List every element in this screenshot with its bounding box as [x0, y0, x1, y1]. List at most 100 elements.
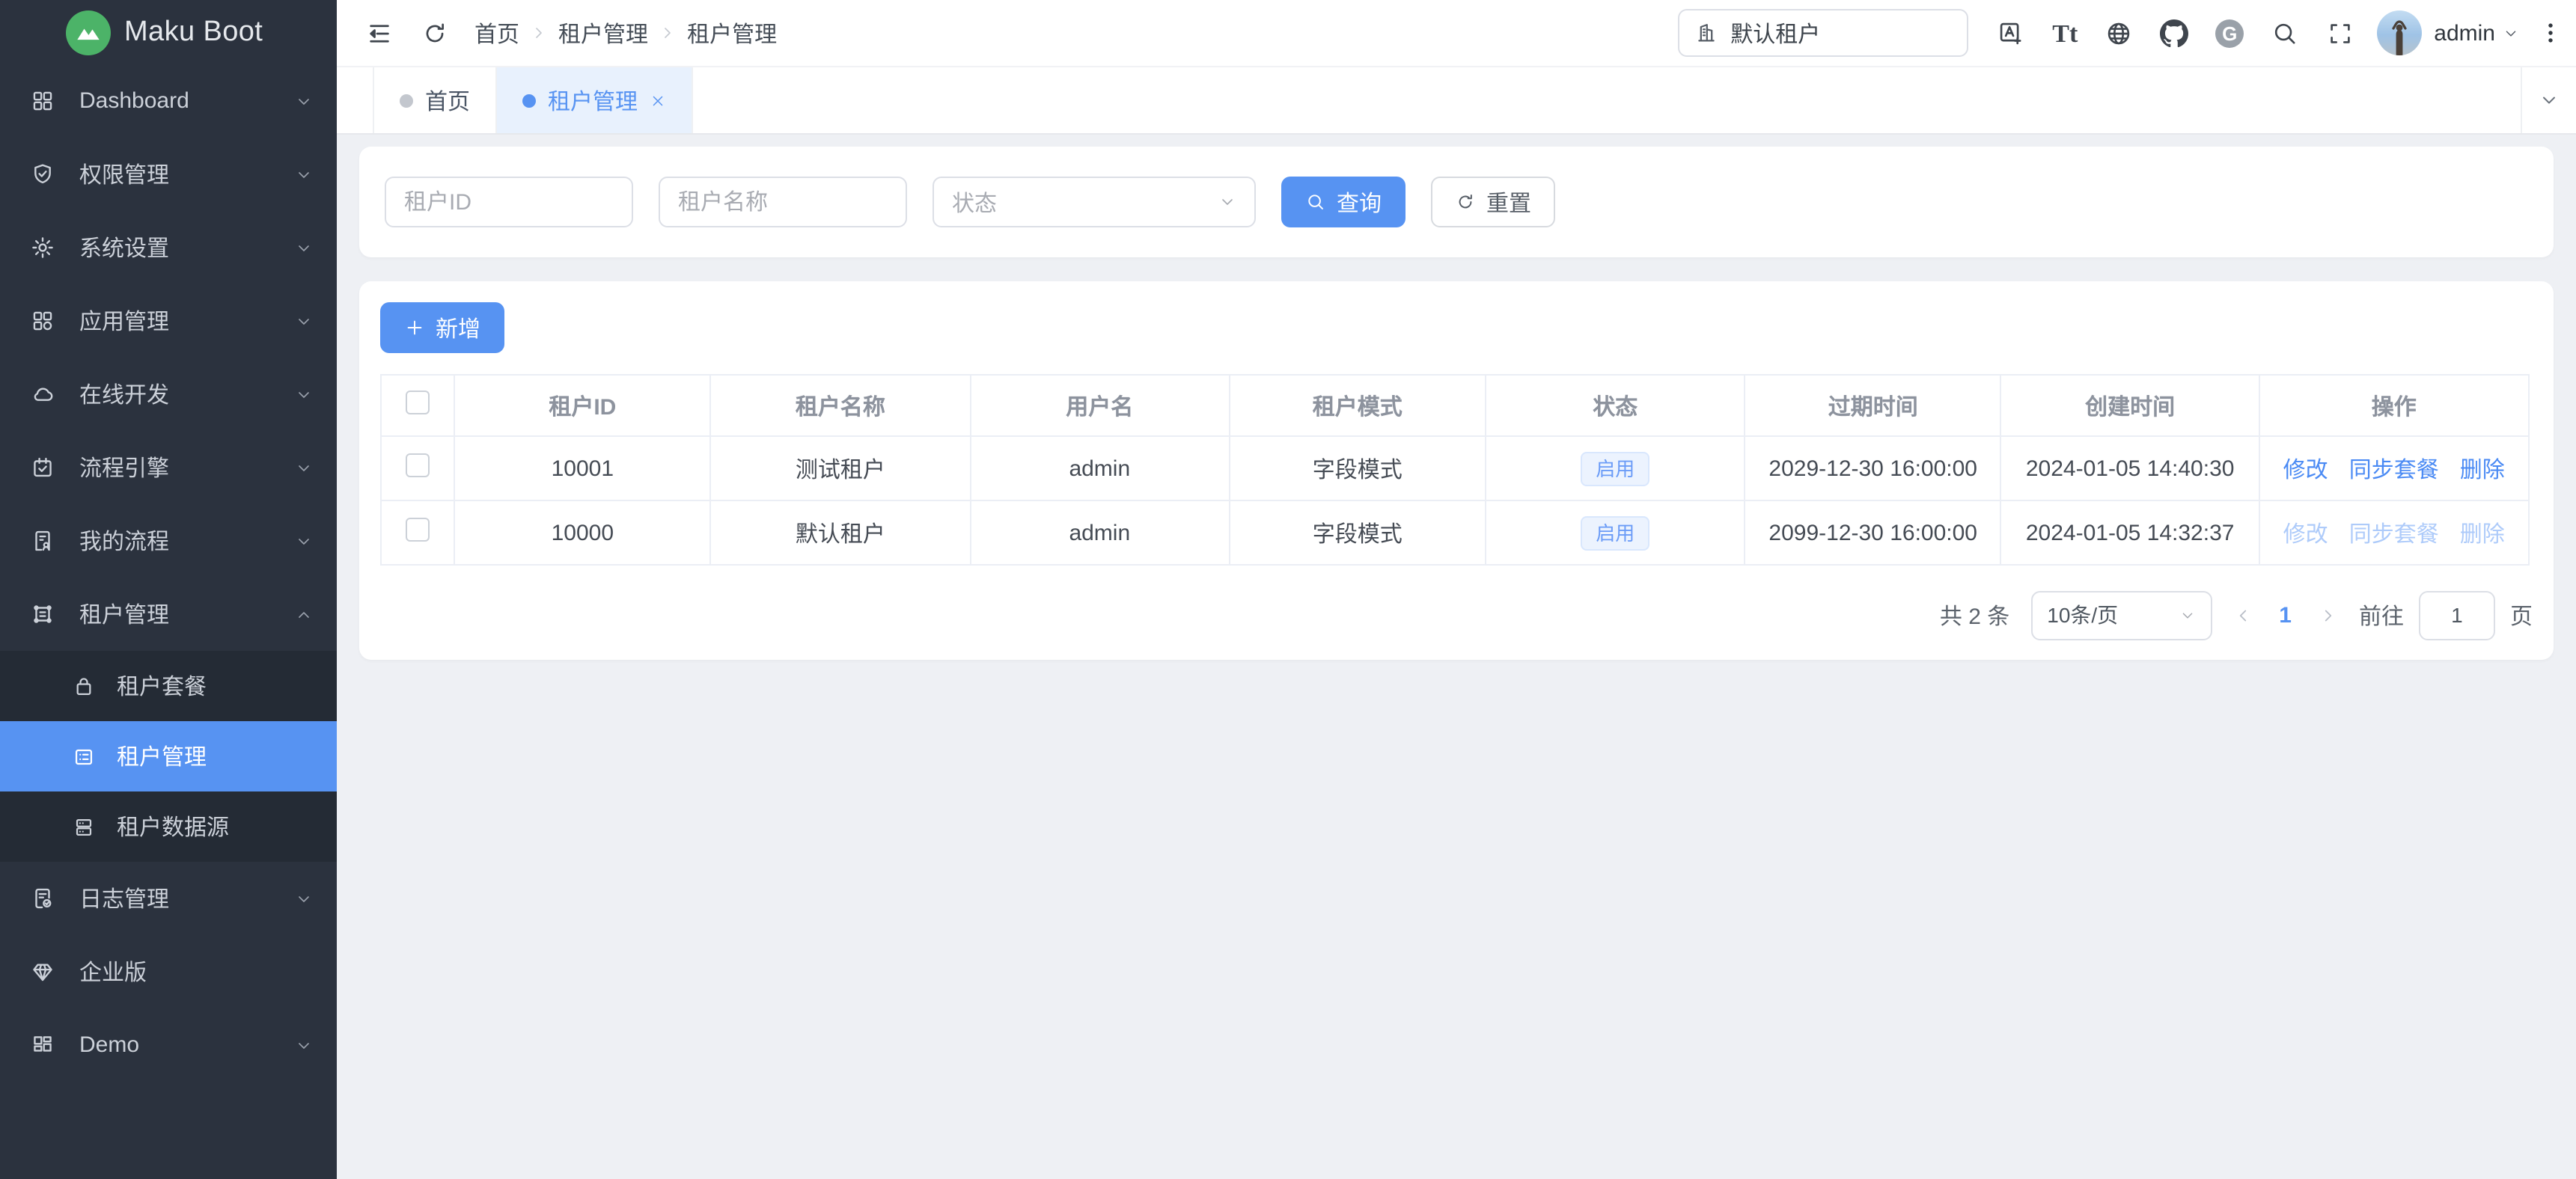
search-button[interactable] [2257, 0, 2313, 66]
edit-link[interactable]: 修改 [2283, 457, 2328, 483]
refresh-button[interactable] [407, 0, 463, 66]
sidebar-item-tenant-management-sub[interactable]: 租户管理 [0, 721, 337, 791]
sidebar-item-my-workflow[interactable]: 我的流程 [0, 504, 337, 578]
sidebar-item-dashboard[interactable]: Dashboard [0, 64, 337, 138]
sidebar-menu: Dashboard 权限管理 系统设置 应用管理 在线开发 [0, 64, 337, 1179]
globe-icon [2105, 19, 2133, 47]
main-area: 首页 租户管理 租户管理 默认租户 Tt G a [337, 0, 2576, 1179]
font-size-button[interactable]: Tt [2039, 0, 2091, 66]
github-button[interactable] [2146, 0, 2202, 66]
diamond-icon [30, 959, 55, 984]
app-window: Maku Boot Dashboard 权限管理 系统设置 应用管理 [0, 0, 2576, 1179]
edit-link[interactable]: 修改 [2283, 521, 2328, 547]
gitee-button[interactable]: G [2202, 0, 2257, 66]
fullscreen-button[interactable] [2313, 0, 2368, 66]
chevron-down-icon [295, 1036, 313, 1054]
status-badge: 启用 [1581, 451, 1649, 486]
chevron-up-icon [295, 605, 313, 623]
refresh-icon [1455, 192, 1476, 212]
status-select[interactable]: 状态 [933, 177, 1256, 227]
next-page-icon[interactable] [2319, 605, 2338, 625]
translate-button[interactable] [1983, 0, 2039, 66]
tab-home[interactable]: 首页 [373, 67, 497, 133]
search-button[interactable]: 查询 [1281, 177, 1405, 227]
sidebar: Maku Boot Dashboard 权限管理 系统设置 应用管理 [0, 0, 337, 1179]
sync-package-link[interactable]: 同步套餐 [2349, 457, 2439, 483]
refresh-icon [421, 19, 449, 47]
chevron-down-icon [1218, 193, 1236, 211]
cloud-icon [30, 382, 55, 407]
list-icon [72, 744, 96, 768]
col-status: 状态 [1486, 375, 1745, 436]
plus-icon [404, 317, 425, 338]
sync-package-link[interactable]: 同步套餐 [2349, 521, 2439, 547]
chevron-down-icon [295, 385, 313, 403]
tenant-select[interactable]: 默认租户 [1678, 9, 1968, 57]
tenant-id-input[interactable] [385, 177, 633, 227]
breadcrumb-tenant-module[interactable]: 租户管理 [558, 17, 648, 49]
breadcrumb-home[interactable]: 首页 [474, 17, 519, 49]
tab-tenant-management[interactable]: 租户管理 [497, 67, 693, 133]
topbar: 首页 租户管理 租户管理 默认租户 Tt G a [337, 0, 2576, 67]
fullscreen-icon [2326, 19, 2354, 47]
calendar-check-icon [30, 455, 55, 480]
chevron-down-icon [295, 165, 313, 183]
more-options-kebab-icon[interactable] [2537, 18, 2564, 48]
reset-button[interactable]: 重置 [1431, 177, 1555, 227]
avatar-person-icon [2377, 10, 2422, 55]
breadcrumb-current-page: 租户管理 [687, 17, 777, 49]
table-row: 10000 默认租户 admin 字段模式 启用 2099-12-30 16:0… [381, 500, 2529, 565]
pagination-total: 共 2 条 [1940, 599, 2009, 631]
sidebar-item-tenant-management[interactable]: 租户管理 [0, 578, 337, 651]
sidebar-item-log-management[interactable]: 日志管理 [0, 862, 337, 935]
cell-tenant-id: 10001 [454, 436, 710, 500]
sidebar-item-app-management[interactable]: 应用管理 [0, 284, 337, 358]
chevron-down-icon [295, 532, 313, 550]
app-logo[interactable]: Maku Boot [0, 0, 337, 64]
sidebar-item-demo[interactable]: Demo [0, 1008, 337, 1082]
col-create-time: 创建时间 [2001, 375, 2259, 436]
page-size-select[interactable]: 10条/页 [2030, 590, 2212, 640]
tenant-name-input[interactable] [659, 177, 907, 227]
delete-link[interactable]: 删除 [2460, 457, 2505, 483]
tab-dot [400, 94, 413, 107]
chevron-down-icon [2539, 90, 2560, 111]
add-button[interactable]: 新增 [380, 302, 504, 353]
select-all-checkbox[interactable] [406, 391, 430, 414]
tenant-table: 租户ID 租户名称 用户名 租户模式 状态 过期时间 创建时间 操作 [380, 374, 2530, 566]
page-number[interactable]: 1 [2279, 602, 2292, 628]
prev-page-icon[interactable] [2232, 605, 2252, 625]
delete-link[interactable]: 删除 [2460, 521, 2505, 547]
row-checkbox[interactable] [406, 453, 430, 477]
sidebar-item-enterprise[interactable]: 企业版 [0, 935, 337, 1008]
row-checkbox[interactable] [406, 518, 430, 542]
avatar[interactable] [2377, 10, 2422, 55]
sidebar-item-tenant-datasource[interactable]: 租户数据源 [0, 791, 337, 862]
sidebar-item-workflow-engine[interactable]: 流程引擎 [0, 431, 337, 504]
cell-expire-time: 2029-12-30 16:00:00 [1745, 436, 2000, 500]
chevron-down-icon [295, 889, 313, 907]
chevron-down-icon [2179, 607, 2195, 623]
tenant-submenu: 租户套餐 租户管理 租户数据源 [0, 651, 337, 862]
close-icon[interactable] [650, 92, 666, 108]
table-row: 10001 测试租户 admin 字段模式 启用 2029-12-30 16:0… [381, 436, 2529, 500]
user-menu[interactable]: admin [2434, 20, 2519, 46]
goto-page-input[interactable] [2419, 590, 2495, 640]
tabs-dropdown-button[interactable] [2521, 67, 2576, 133]
cell-tenant-id: 10000 [454, 500, 710, 565]
sidebar-item-permissions[interactable]: 权限管理 [0, 138, 337, 211]
language-button[interactable] [2091, 0, 2146, 66]
menu-fold-icon [365, 19, 394, 47]
sidebar-item-system-settings[interactable]: 系统设置 [0, 211, 337, 284]
log-document-icon [30, 886, 55, 911]
sidebar-collapse-button[interactable] [352, 0, 407, 66]
sidebar-item-online-dev[interactable]: 在线开发 [0, 358, 337, 431]
table-header-row: 租户ID 租户名称 用户名 租户模式 状态 过期时间 创建时间 操作 [381, 375, 2529, 436]
sidebar-item-tenant-package[interactable]: 租户套餐 [0, 651, 337, 721]
pagination: 共 2 条 10条/页 1 前往 页 [380, 590, 2533, 640]
grid-icon [30, 88, 55, 114]
filter-panel: 状态 查询 重置 [359, 147, 2554, 257]
breadcrumb: 首页 租户管理 租户管理 [474, 17, 777, 49]
logo-mountain-icon [66, 10, 111, 55]
topbar-actions: 默认租户 Tt G admin [1678, 0, 2564, 66]
